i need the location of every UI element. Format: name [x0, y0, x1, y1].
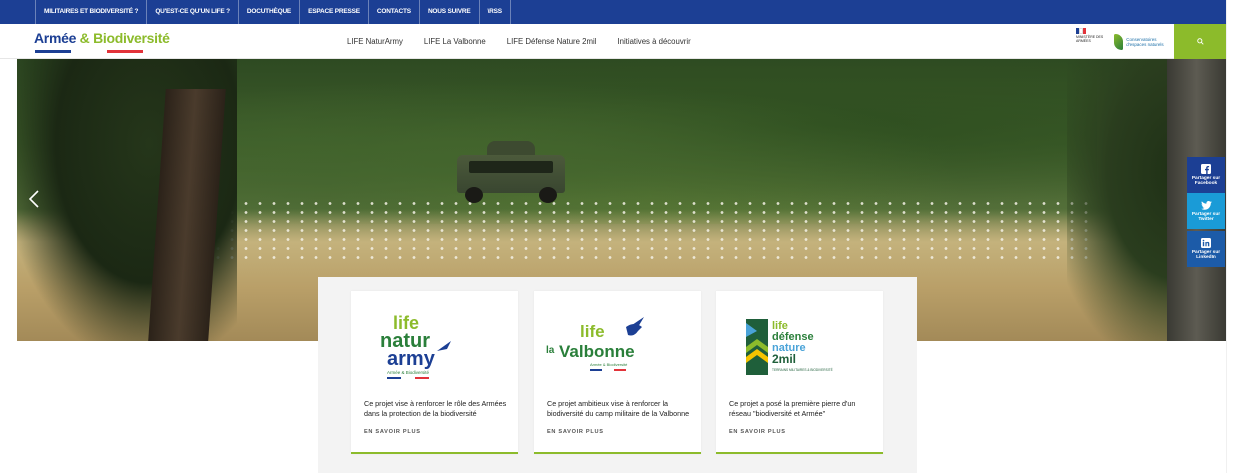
svg-text:2mil: 2mil: [772, 352, 796, 366]
search-button[interactable]: [1174, 24, 1226, 59]
topbar-link-presse[interactable]: ESPACE PRESSE: [299, 0, 368, 24]
svg-text:Valbonne: Valbonne: [559, 342, 635, 361]
share-linkedin-button[interactable]: Partager sur LinkedIn: [1187, 231, 1225, 267]
nav-item-initiatives[interactable]: Initiatives à découvrir: [617, 37, 690, 46]
share-facebook-label: Partager sur Facebook: [1191, 176, 1221, 186]
svg-text:army: army: [387, 348, 436, 370]
cen-logo-text: Conservatoires d'espaces naturels: [1126, 37, 1164, 47]
linkedin-icon: [1201, 238, 1211, 248]
chevron-left-icon: [29, 190, 39, 208]
card-more-link[interactable]: EN SAVOIR PLUS: [364, 429, 421, 435]
card-more-link[interactable]: EN SAVOIR PLUS: [729, 429, 786, 435]
card-description: Ce projet a posé la première pierre d'un…: [729, 399, 856, 418]
naturarmy-logo: life natur army Armée & Biodiversité: [351, 297, 518, 389]
topbar-link-rss[interactable]: \RSS: [478, 0, 511, 24]
gov-logo-text: MINISTÈRE DES ARMÉES: [1076, 35, 1104, 43]
right-edge-strip: [1226, 0, 1238, 473]
site-logo[interactable]: Armée & Biodiversité: [34, 30, 170, 46]
nav-item-valbonne[interactable]: LIFE La Valbonne: [424, 37, 486, 46]
project-card-naturarmy[interactable]: life natur army Armée & Biodiversité Ce …: [351, 291, 518, 454]
wildflowers: [197, 199, 1097, 259]
facebook-icon: [1201, 164, 1211, 174]
search-icon: [1196, 38, 1204, 45]
svg-text:Armée & Biodiversité: Armée & Biodiversité: [590, 362, 628, 367]
nav-item-defense-nature[interactable]: LIFE Défense Nature 2mil: [507, 37, 597, 46]
carousel-prev-button[interactable]: [26, 188, 42, 210]
site-header: Armée & Biodiversité LIFE NaturArmy LIFE…: [0, 24, 1226, 59]
svg-text:Armée & Biodiversité: Armée & Biodiversité: [387, 370, 430, 375]
logo-text-biodiversite: & Biodiversité: [79, 30, 170, 46]
topbar-link-militaires[interactable]: MILITAIRES ET BIODIVERSITÉ ?: [35, 0, 146, 24]
main-nav: LIFE NaturArmy LIFE La Valbonne LIFE Déf…: [347, 24, 691, 59]
svg-text:la: la: [546, 345, 555, 356]
project-card-defense-nature[interactable]: life défense nature 2mil TERRAINS MILITA…: [716, 291, 883, 454]
cen-logo[interactable]: Conservatoires d'espaces naturels: [1114, 30, 1172, 54]
ministere-armees-logo[interactable]: MINISTÈRE DES ARMÉES: [1076, 28, 1104, 56]
share-linkedin-label: Partager sur LinkedIn: [1191, 250, 1221, 260]
twitter-icon: [1200, 200, 1212, 210]
share-facebook-button[interactable]: Partager sur Facebook: [1187, 157, 1225, 193]
share-twitter-label: Partager sur Twitter: [1191, 211, 1221, 222]
share-twitter-button[interactable]: Partager sur Twitter: [1187, 193, 1225, 229]
card-more-link[interactable]: EN SAVOIR PLUS: [547, 429, 604, 435]
topbar-link-suivre[interactable]: NOUS SUIVRE: [418, 0, 479, 24]
valbonne-logo: life la Valbonne Armée & Biodiversité: [534, 297, 701, 389]
top-utility-bar: MILITAIRES ET BIODIVERSITÉ ? QU'EST-CE Q…: [0, 0, 1226, 24]
logo-tricolor-bars: [35, 50, 143, 53]
card-description: Ce projet vise à renforcer le rôle des A…: [364, 399, 507, 418]
leaf-icon: [1114, 34, 1124, 50]
topbar-link-docutheque[interactable]: DOCUTHÈQUE: [237, 0, 299, 24]
card-description: Ce projet ambitieux vise à renforcer la …: [547, 399, 690, 418]
svg-text:TERRAINS MILITAIRES & BIODIVER: TERRAINS MILITAIRES & BIODIVERSITÉ: [772, 367, 833, 372]
defense-nature-logo: life défense nature 2mil TERRAINS MILITA…: [716, 297, 883, 389]
military-vehicle: [457, 141, 565, 203]
svg-text:life: life: [580, 322, 605, 341]
logo-text-armee: Armée: [34, 30, 80, 46]
topbar-link-contacts[interactable]: CONTACTS: [367, 0, 419, 24]
topbar-link-life[interactable]: QU'EST-CE QU'UN LIFE ?: [146, 0, 238, 24]
rss-label: RSS: [489, 8, 502, 15]
project-card-valbonne[interactable]: life la Valbonne Armée & Biodiversité Ce…: [534, 291, 701, 454]
nav-item-naturarmy[interactable]: LIFE NaturArmy: [347, 37, 403, 46]
french-flag-icon: [1076, 28, 1087, 34]
